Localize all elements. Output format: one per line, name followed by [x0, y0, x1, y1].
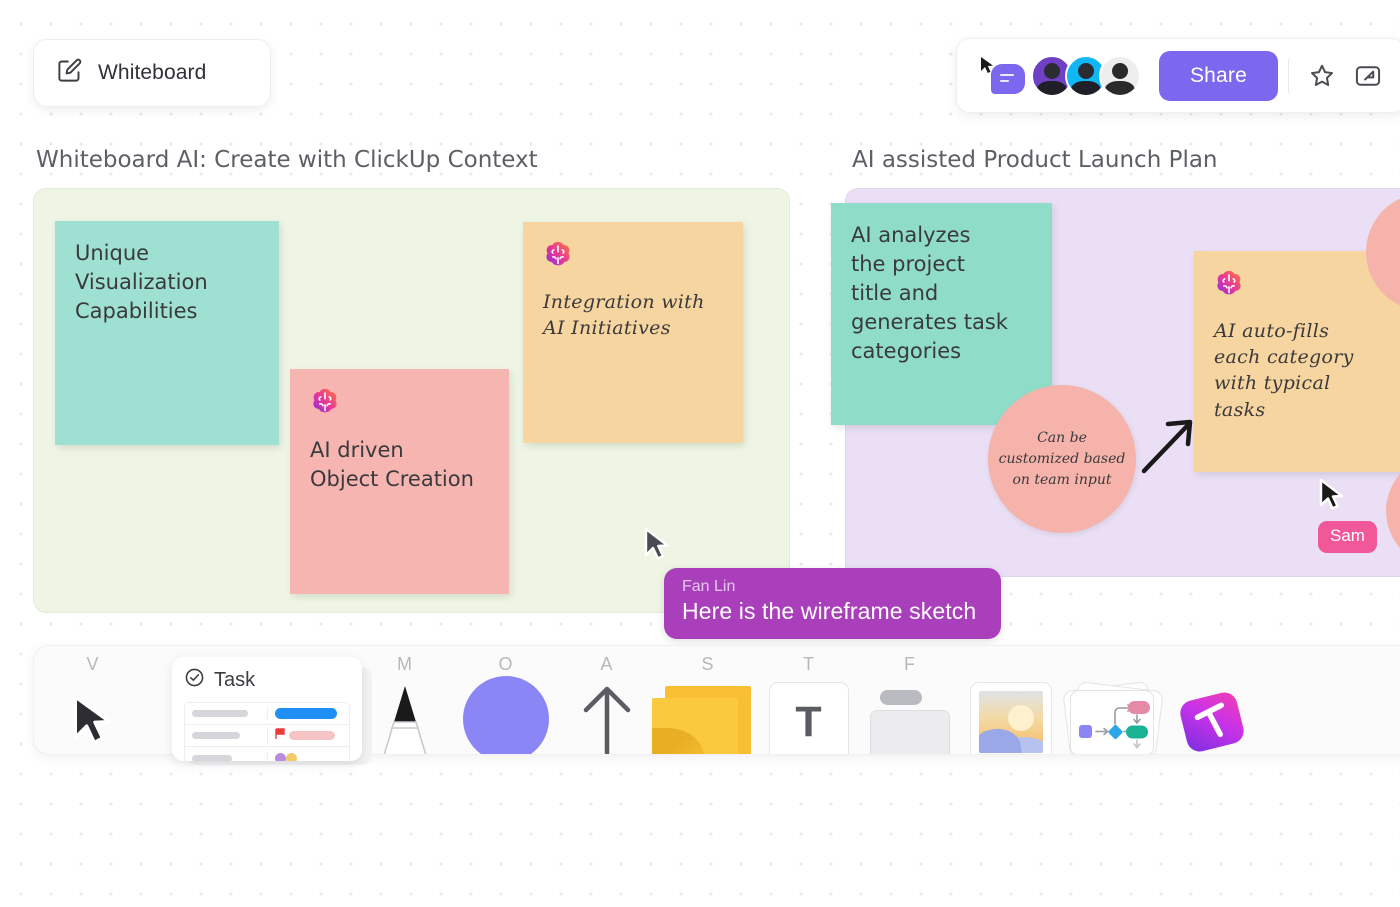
tool-shortcut: F — [904, 654, 915, 674]
ai-tool-icon — [1179, 692, 1244, 752]
tool-text[interactable]: T T — [758, 646, 859, 754]
cursor-pointer-icon — [1319, 478, 1344, 510]
frame-title-left: Whiteboard AI: Create with ClickUp Conte… — [36, 147, 538, 173]
ai-brain-icon — [310, 387, 489, 422]
tool-template[interactable] — [1061, 646, 1164, 754]
sticky-note-ai-auto-fills[interactable]: AI auto-fills each category with typical… — [1194, 251, 1400, 472]
live-cursor-sam: Sam — [1318, 478, 1400, 553]
frame-tool-icon — [869, 690, 950, 754]
circle-note-text: Can be customized based on team input — [998, 429, 1126, 488]
task-card-row — [185, 725, 349, 747]
cursor-select-icon — [73, 695, 111, 745]
live-cursor-fan-lin — [643, 527, 673, 570]
collaborator-avatars[interactable] — [1030, 54, 1141, 97]
task-card-title: Task — [214, 668, 256, 691]
cursor-pointer-icon — [644, 527, 669, 560]
share-button[interactable]: Share — [1158, 50, 1278, 101]
whiteboard-pen-icon — [56, 57, 83, 89]
circle-note-customized[interactable]: Can be customized based on team input — [988, 385, 1136, 533]
sticky-note-unique-visualization[interactable]: Unique Visualization Capabilities — [55, 221, 279, 445]
sticky-note-text: Unique Visualization Capabilities — [75, 241, 208, 323]
live-cursor-chat-icon[interactable] — [979, 56, 1025, 96]
sticky-note-text: AI driven Object Creation — [310, 438, 474, 491]
whiteboard-canvas[interactable]: Whiteboard AI: Create with ClickUp Conte… — [0, 0, 1400, 907]
expand-collapse-icon[interactable] — [1345, 53, 1391, 99]
tool-select[interactable]: V — [42, 646, 143, 754]
comment-message: Here is the wireframe sketch — [682, 598, 977, 624]
tool-shape[interactable]: O — [455, 646, 556, 754]
sticky-note-ai-driven-object-creation[interactable]: AI driven Object Creation — [290, 369, 509, 594]
connector-arrow[interactable] — [1140, 415, 1200, 477]
template-tool-icon — [1061, 678, 1164, 754]
toolbar-divider — [1288, 58, 1289, 93]
avatar[interactable] — [1098, 54, 1141, 97]
sticky-note-text: AI auto-fills each category with typical… — [1214, 320, 1354, 421]
avatar-dot — [285, 752, 297, 761]
tool-shortcut: O — [498, 654, 513, 674]
arrow-connector-icon — [583, 686, 630, 754]
tool-shortcut: A — [600, 654, 613, 674]
tool-ai[interactable] — [1162, 646, 1263, 754]
text-tool-icon: T — [768, 682, 849, 754]
whiteboard-chip-label: Whiteboard — [98, 61, 207, 84]
priority-flag-icon — [274, 727, 285, 745]
tool-shortcut: T — [803, 654, 814, 674]
comment-bubble[interactable]: Fan Lin Here is the wireframe sketch — [664, 568, 1001, 639]
tool-image[interactable] — [960, 646, 1061, 754]
image-tool-icon — [969, 682, 1052, 754]
tool-shortcut: V — [86, 654, 99, 674]
task-tool-preview-card[interactable]: Task — [172, 657, 372, 765]
sticky-note-integration-ai-initiatives[interactable]: Integration with AI Initiatives — [523, 222, 743, 443]
ai-brain-icon — [543, 240, 723, 275]
avatar-dot — [274, 752, 286, 761]
tool-shortcut: M — [397, 654, 412, 674]
tool-shortcut: S — [701, 654, 714, 674]
tool-arrow[interactable]: A — [556, 646, 657, 754]
frame-title-right: AI assisted Product Launch Plan — [852, 147, 1218, 173]
marker-pen-icon — [383, 686, 426, 754]
cursor-label: Sam — [1318, 521, 1377, 553]
whiteboard-title-chip[interactable]: Whiteboard — [33, 39, 271, 107]
sticky-note-icon — [651, 686, 751, 754]
task-card-grid — [184, 702, 350, 761]
top-right-toolbar: Share — [955, 38, 1400, 113]
star-icon[interactable] — [1299, 53, 1345, 99]
tool-sticky[interactable]: S — [651, 646, 758, 754]
shape-circle-icon — [462, 676, 549, 754]
tool-frame[interactable]: F — [859, 646, 960, 754]
sticky-note-text: AI analyzes the project title and genera… — [851, 223, 1008, 363]
comment-author: Fan Lin — [682, 578, 736, 595]
ai-brain-icon — [1214, 269, 1393, 304]
sticky-note-ai-analyzes-project[interactable]: AI analyzes the project title and genera… — [831, 203, 1052, 425]
sticky-note-text: Integration with AI Initiatives — [543, 291, 705, 340]
task-card-row — [185, 703, 349, 725]
check-circle-icon — [184, 667, 205, 693]
task-card-row — [185, 747, 349, 761]
